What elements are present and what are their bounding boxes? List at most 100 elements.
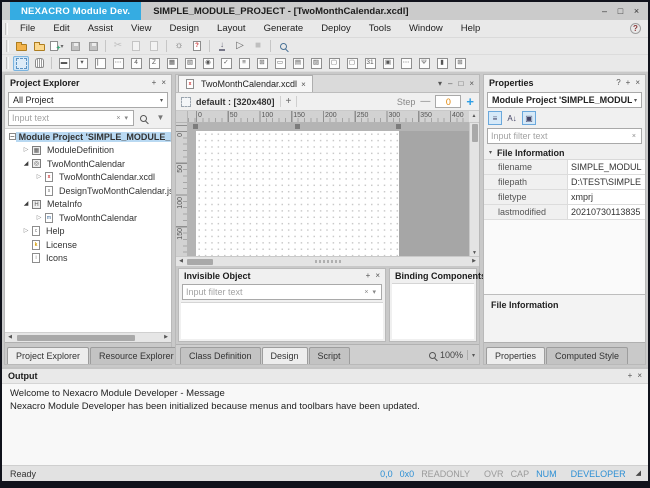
static-component-button[interactable]: Z [146, 56, 162, 71]
radio-component-button[interactable]: ◉ [200, 56, 216, 71]
new-file-button[interactable]: +▾ [49, 39, 65, 54]
tree-item[interactable]: ▷cHelp [5, 225, 171, 239]
canvas-vertical-scrollbar[interactable]: ▼ [469, 123, 479, 256]
close-doc-icon[interactable]: × [469, 80, 474, 88]
calendar-component-button[interactable]: 31 [362, 56, 378, 71]
property-value-cell[interactable]: 20210730113835 [568, 205, 645, 219]
dataset-component-button[interactable]: ▮ [434, 56, 450, 71]
generate-button[interactable]: ☼ [171, 39, 187, 54]
collapse-icon[interactable]: ◢ [21, 201, 31, 207]
close-tab-icon[interactable]: × [301, 80, 306, 89]
clear-icon[interactable]: × [114, 115, 122, 122]
menu-edit[interactable]: Edit [44, 20, 78, 38]
tab-script[interactable]: Script [309, 347, 350, 364]
menu-view[interactable]: View [122, 20, 160, 38]
zoom-level[interactable]: 100% [440, 350, 463, 360]
checkbox-component-button[interactable]: ✓ [218, 56, 234, 71]
menu-layout[interactable]: Layout [208, 20, 255, 38]
pagecontrol-component-button[interactable]: ▢ [344, 56, 360, 71]
search-input[interactable] [12, 113, 114, 123]
pin-icon[interactable]: + [152, 79, 157, 87]
property-value-cell[interactable]: SIMPLE_MODUL [568, 160, 645, 174]
scroll-up-icon[interactable]: ▲ [469, 111, 479, 123]
resize-grip[interactable]: ◢ [636, 470, 641, 477]
tree-item[interactable]: iIcons [5, 252, 171, 266]
scrollbar-thumb[interactable] [187, 259, 213, 265]
imageviewer-component-button[interactable]: ▣ [380, 56, 396, 71]
tree-item[interactable]: sDesignTwoMonthCalendar.js [5, 184, 171, 198]
chevron-down-icon[interactable]: ▾ [122, 114, 130, 122]
expand-icon[interactable]: ▷ [34, 215, 44, 221]
properties-filter-input[interactable] [491, 131, 630, 141]
property-row[interactable]: filenameSIMPLE_MODUL [484, 160, 645, 175]
design-viewport[interactable] [188, 123, 469, 256]
help-icon[interactable]: ? [616, 79, 620, 87]
tree-item[interactable]: ▷▦ModuleDefinition [5, 144, 171, 158]
tree-item[interactable]: ▷xTwoMonthCalendar.xcdl [5, 171, 171, 185]
tab-class-definition[interactable]: Class Definition [180, 347, 261, 364]
scroll-left-icon[interactable]: ◀ [5, 335, 15, 340]
layout-label[interactable]: default : [320x480] [196, 97, 275, 107]
open-file-button[interactable] [31, 39, 47, 54]
close-icon[interactable]: × [375, 272, 380, 280]
property-row[interactable]: lastmodified20210730113835 [484, 205, 645, 220]
sheet-component-button[interactable]: ⊞ [254, 56, 270, 71]
popupdiv-component-button[interactable]: ▢ [326, 56, 342, 71]
binding-components-list[interactable] [392, 283, 474, 339]
invisible-object-filter-input[interactable] [186, 287, 362, 297]
prop-show-all-button[interactable]: ▣ [522, 111, 536, 125]
expand-icon[interactable]: ▷ [21, 147, 31, 153]
step-decrease-button[interactable]: — [420, 96, 430, 107]
plugin-component-button[interactable]: Ψ [416, 56, 432, 71]
property-target-dropdown[interactable]: Module Project 'SIMPLE_MODULE_PROJE ▾ [487, 92, 642, 108]
tab-project-explorer[interactable]: Project Explorer [7, 347, 89, 364]
scroll-right-icon[interactable]: ▶ [469, 259, 479, 264]
add-layout-button[interactable]: + [286, 96, 292, 107]
deploy-button[interactable]: ↓ [214, 39, 230, 54]
clear-icon[interactable]: × [362, 289, 370, 296]
layout-component-button[interactable]: ⊞ [452, 56, 468, 71]
selection-handle[interactable] [396, 124, 401, 129]
scroll-left-icon[interactable]: ◀ [176, 259, 186, 264]
menu-deploy[interactable]: Deploy [312, 20, 360, 38]
prop-categorized-button[interactable]: ≡ [488, 111, 502, 125]
zoom-in-icon[interactable] [429, 352, 436, 359]
filter-button[interactable]: ▼ [153, 111, 168, 126]
scrollbar-thumb[interactable] [472, 124, 478, 142]
invisible-object-list[interactable] [181, 302, 383, 339]
listbox-component-button[interactable]: ≡ [236, 56, 252, 71]
chevron-down-icon[interactable]: ▾ [60, 43, 63, 50]
menu-help[interactable]: Help [452, 20, 490, 38]
close-icon[interactable]: × [635, 79, 640, 87]
minimize-doc-icon[interactable]: – [448, 80, 452, 88]
tree-item[interactable]: ▷mTwoMonthCalendar [5, 211, 171, 225]
help-icon[interactable]: ? [630, 23, 641, 34]
canvas-horizontal-scrollbar[interactable]: ◀ ▶ [176, 256, 479, 266]
tab-design[interactable]: Design [262, 347, 308, 364]
readme-button[interactable]: ? [189, 39, 205, 54]
search-button[interactable] [136, 111, 151, 126]
tree-item[interactable]: ◢◎TwoMonthCalendar [5, 157, 171, 171]
quick-view-button[interactable]: ▷ [232, 39, 248, 54]
step-value-input[interactable]: 0 [435, 95, 461, 108]
edit-component-button[interactable]: ▏ [92, 56, 108, 71]
property-row[interactable]: filepathD:\TEST\SIMPLE [484, 175, 645, 190]
design-form-canvas[interactable] [196, 131, 399, 256]
menu-tools[interactable]: Tools [360, 20, 400, 38]
project-scope-dropdown[interactable]: All Project ▾ [8, 92, 168, 108]
maximize-button[interactable]: □ [614, 5, 627, 18]
div-component-button[interactable]: ▧ [182, 56, 198, 71]
open-project-button[interactable] [13, 39, 29, 54]
chevron-down-icon[interactable]: ▾ [472, 352, 475, 359]
expand-icon[interactable]: ▷ [21, 228, 31, 234]
progressbar-component-button[interactable]: ▭ [272, 56, 288, 71]
property-value-cell[interactable]: xmprj [568, 190, 645, 204]
restore-doc-icon[interactable]: □ [458, 80, 463, 88]
scroll-right-icon[interactable]: ▶ [161, 335, 171, 340]
button-component-button[interactable]: ▬ [56, 56, 72, 71]
tree-item[interactable]: ◢HMetaInfo [5, 198, 171, 212]
divref-component-button[interactable]: ▨ [308, 56, 324, 71]
pin-icon[interactable]: + [626, 79, 631, 87]
pin-icon[interactable]: + [628, 372, 633, 380]
clear-icon[interactable]: × [630, 133, 638, 140]
